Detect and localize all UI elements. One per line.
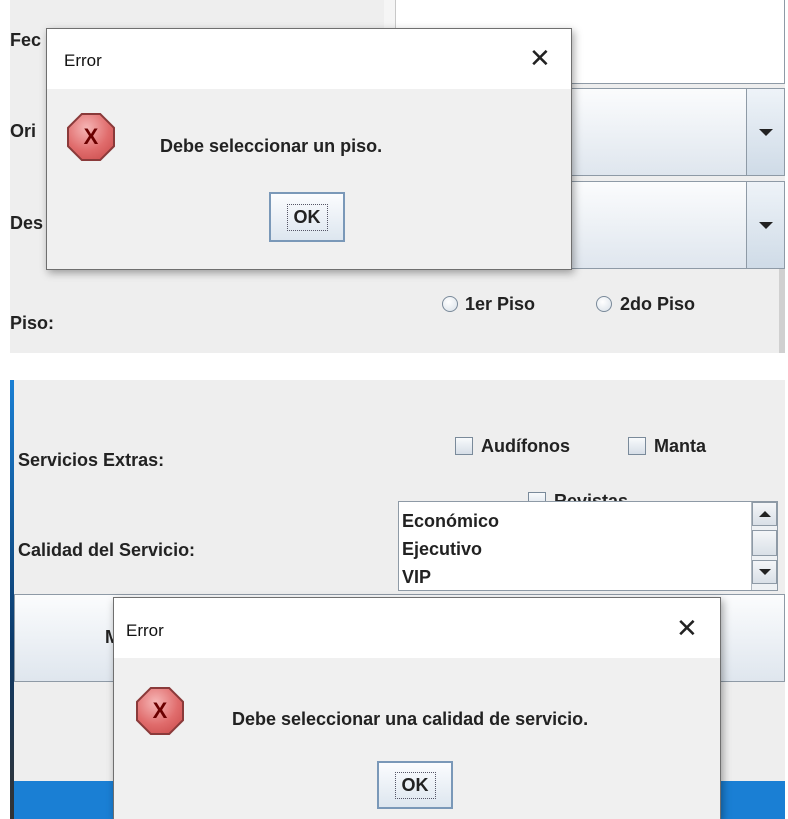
dialog-title-bar: Error ✕ xyxy=(114,598,720,658)
dialog-title-bar: Error ✕ xyxy=(47,29,571,89)
ok-button[interactable]: OK xyxy=(269,192,345,242)
dialog-message: Debe seleccionar una calidad de servicio… xyxy=(232,709,589,729)
checkbox-revistas[interactable] xyxy=(528,492,546,501)
dialog-message: Debe seleccionar un piso. xyxy=(160,136,383,156)
checkbox-audifonos[interactable] xyxy=(455,437,473,455)
dialog-title: Error xyxy=(126,621,164,640)
destino-label: Des xyxy=(10,213,44,233)
checkbox-audifonos-label: Audífonos xyxy=(481,436,570,456)
window-edge xyxy=(779,269,785,353)
list-item[interactable]: Ejecutivo xyxy=(402,539,482,560)
error-dialog-piso: Error ✕ X Debe seleccionar un piso. OK xyxy=(46,28,572,270)
list-item[interactable]: VIP xyxy=(402,567,431,588)
checkbox-manta[interactable] xyxy=(628,437,646,455)
fecha-label: Fec xyxy=(10,30,42,50)
error-icon: X xyxy=(67,113,115,161)
error-icon: X xyxy=(136,687,184,735)
revistas-clip: Revistas xyxy=(510,492,710,501)
destino-combo-button[interactable] xyxy=(746,182,784,268)
piso-label: Piso: xyxy=(10,313,55,333)
scroll-down-button[interactable] xyxy=(752,560,777,584)
ok-button-label: OK xyxy=(394,771,436,799)
calidad-servicio-label: Calidad del Servicio: xyxy=(18,540,196,560)
ok-button[interactable]: OK xyxy=(377,761,453,809)
ok-button-label: OK xyxy=(286,203,328,231)
radio-2do-piso[interactable] xyxy=(596,296,612,312)
chevron-down-icon xyxy=(758,128,773,136)
chevron-up-icon xyxy=(758,511,771,517)
chevron-down-icon xyxy=(758,569,771,575)
error-dialog-calidad: Error ✕ X Debe seleccionar una calidad d… xyxy=(113,597,721,819)
origen-label: Ori xyxy=(10,121,37,141)
list-scrollbar[interactable] xyxy=(751,502,777,590)
calidad-list[interactable]: Económico Ejecutivo VIP xyxy=(398,501,778,591)
radio-2do-piso-label: 2do Piso xyxy=(620,294,696,314)
servicios-extras-label: Servicios Extras: xyxy=(18,450,165,470)
origen-combo-button[interactable] xyxy=(746,89,784,175)
scroll-up-button[interactable] xyxy=(752,502,777,526)
scroll-thumb[interactable] xyxy=(752,530,777,556)
list-item[interactable]: Económico xyxy=(402,511,499,532)
radio-1er-piso[interactable] xyxy=(442,296,458,312)
chevron-down-icon xyxy=(758,221,773,229)
checkbox-manta-label: Manta xyxy=(654,436,707,456)
checkbox-revistas-label: Revistas xyxy=(554,492,628,501)
radio-1er-piso-label: 1er Piso xyxy=(465,294,536,314)
close-icon[interactable]: ✕ xyxy=(529,45,551,71)
dialog-title: Error xyxy=(64,51,102,70)
close-icon[interactable]: ✕ xyxy=(676,615,698,641)
